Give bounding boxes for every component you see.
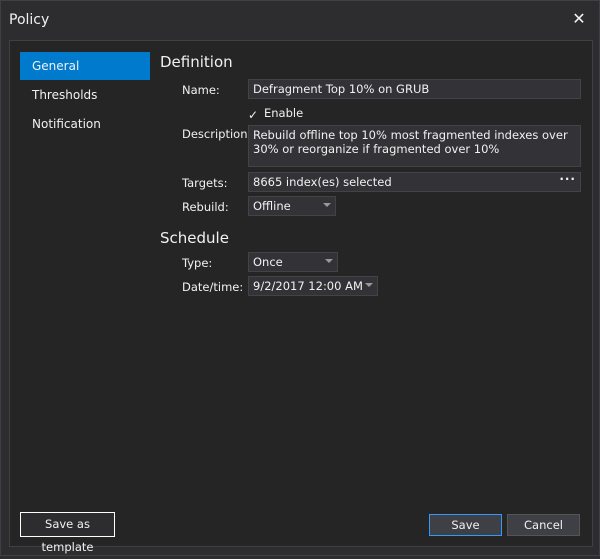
rebuild-dropdown[interactable]: Offline — [248, 196, 336, 216]
type-dropdown[interactable]: Once — [248, 252, 338, 272]
save-as-template-button[interactable]: Save as template — [20, 512, 115, 554]
enable-checkbox[interactable]: ✓ Enable — [248, 106, 303, 121]
nav-item-general[interactable]: General — [20, 52, 150, 80]
targets-value: 8665 index(es) selected — [253, 175, 392, 189]
cancel-button[interactable]: Cancel — [507, 514, 580, 536]
targets-label: Targets: — [182, 176, 228, 190]
more-options-icon[interactable]: ··· — [559, 172, 576, 186]
policy-dialog: Policy ✕ General Thresholds Notification… — [0, 0, 600, 556]
chevron-down-icon — [365, 283, 373, 287]
chevron-down-icon — [325, 259, 333, 263]
rebuild-label: Rebuild: — [182, 200, 229, 214]
name-label: Name: — [182, 83, 220, 97]
checkmark-icon: ✓ — [248, 108, 259, 122]
definition-heading: Definition — [160, 53, 233, 71]
title-bar: Policy ✕ — [1, 1, 599, 39]
schedule-heading: Schedule — [160, 229, 229, 247]
chevron-down-icon — [323, 203, 331, 207]
description-label: Description: — [182, 127, 252, 141]
nav-item-notification[interactable]: Notification — [20, 110, 150, 138]
dialog-content: General Thresholds Notification Definiti… — [9, 40, 593, 554]
dialog-title: Policy — [9, 12, 50, 28]
nav-item-thresholds[interactable]: Thresholds — [20, 81, 150, 109]
type-label: Type: — [182, 256, 213, 270]
save-button[interactable]: Save — [429, 514, 502, 536]
targets-field[interactable]: 8665 index(es) selected ··· — [248, 172, 581, 192]
datetime-label: Date/time: — [182, 280, 244, 294]
datetime-picker[interactable]: 9/2/2017 12:00 AM — [248, 276, 378, 296]
name-input[interactable]: Defragment Top 10% on GRUB — [248, 79, 581, 99]
close-icon[interactable]: ✕ — [569, 9, 589, 29]
type-value: Once — [253, 255, 283, 269]
description-textarea[interactable]: Rebuild offline top 10% most fragmented … — [248, 125, 581, 167]
enable-label: Enable — [264, 106, 304, 120]
settings-nav: General Thresholds Notification — [20, 52, 150, 139]
rebuild-value: Offline — [253, 199, 291, 213]
datetime-value: 9/2/2017 12:00 AM — [253, 279, 363, 293]
